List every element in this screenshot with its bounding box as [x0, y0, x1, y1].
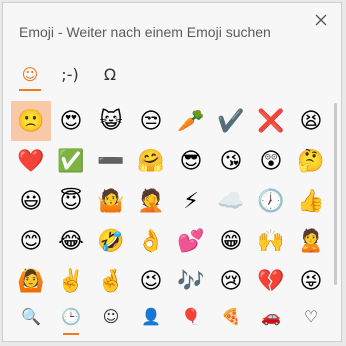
- panel-title: Emoji - Weiter nach einem Emoji suchen: [19, 24, 271, 40]
- tab-symbols[interactable]: Ω: [97, 59, 123, 89]
- emoji-cell[interactable]: ⚡: [171, 181, 211, 221]
- emoji-cell[interactable]: 🤗: [131, 141, 171, 181]
- emoji-cell[interactable]: 😊: [11, 221, 51, 261]
- category-travel[interactable]: 🚗: [251, 301, 291, 331]
- emoji-cell[interactable]: 😢: [211, 261, 251, 301]
- emoji-cell[interactable]: 😇: [51, 181, 91, 221]
- category-symbols[interactable]: ♡: [291, 301, 331, 331]
- emoji-cell[interactable]: 😘: [211, 141, 251, 181]
- category-food[interactable]: 🍕: [211, 301, 251, 331]
- emoji-cell[interactable]: 👌: [131, 221, 171, 261]
- emoji-cell[interactable]: 🙎: [291, 221, 331, 261]
- emoji-cell[interactable]: 😉: [131, 261, 171, 301]
- emoji-grid: 🙁 😍 😺 😒 🥕 ✔️ ❌ 😫 ❤️ ✅ ➖ 🤗 😎 😘 😲 🤔 😃 😇 🤷 …: [11, 101, 331, 301]
- emoji-cell[interactable]: 🤣: [91, 221, 131, 261]
- emoji-panel: Emoji - Weiter nach einem Emoji suchen ☺…: [2, 2, 342, 342]
- emoji-cell[interactable]: 👍: [291, 181, 331, 221]
- emoji-cell[interactable]: ✌️: [51, 261, 91, 301]
- emoji-cell[interactable]: 🤦: [131, 181, 171, 221]
- scrollbar[interactable]: [334, 103, 337, 285]
- emoji-cell[interactable]: 🎶: [171, 261, 211, 301]
- emoji-cell[interactable]: 😫: [291, 101, 331, 141]
- emoji-cell[interactable]: 😁: [211, 221, 251, 261]
- emoji-cell[interactable]: 🕖: [251, 181, 291, 221]
- emoji-cell[interactable]: 😜: [291, 261, 331, 301]
- emoji-cell[interactable]: 🙌: [251, 221, 291, 261]
- emoji-cell[interactable]: 🙆: [11, 261, 51, 301]
- emoji-cell[interactable]: 🤷: [91, 181, 131, 221]
- close-icon[interactable]: [313, 12, 329, 28]
- emoji-cell[interactable]: ✔️: [211, 101, 251, 141]
- category-people[interactable]: 👤: [131, 301, 171, 331]
- category-search[interactable]: 🔍: [11, 301, 51, 331]
- emoji-cell[interactable]: 😃: [11, 181, 51, 221]
- emoji-cell[interactable]: 💕: [171, 221, 211, 261]
- emoji-cell[interactable]: ✅: [51, 141, 91, 181]
- emoji-cell[interactable]: 🤞: [91, 261, 131, 301]
- tab-emoji[interactable]: ☺: [17, 59, 43, 91]
- emoji-cell[interactable]: ❤️: [11, 141, 51, 181]
- emoji-cell[interactable]: 🥕: [171, 101, 211, 141]
- emoji-cell[interactable]: 😺: [91, 101, 131, 141]
- category-smileys[interactable]: ☺: [91, 301, 131, 331]
- category-bar: 🔍 🕒 ☺ 👤 🎈 🍕 🚗 ♡: [11, 301, 331, 335]
- emoji-cell[interactable]: 😍: [51, 101, 91, 141]
- emoji-cell[interactable]: 🤔: [291, 141, 331, 181]
- emoji-cell[interactable]: 😂: [51, 221, 91, 261]
- emoji-cell[interactable]: 😲: [251, 141, 291, 181]
- tab-kaomoji[interactable]: ;-): [57, 59, 83, 89]
- tab-bar: ☺ ;-) Ω: [17, 59, 123, 91]
- emoji-cell[interactable]: 💔: [251, 261, 291, 301]
- emoji-cell[interactable]: ❌: [251, 101, 291, 141]
- emoji-cell[interactable]: 🙁: [11, 101, 51, 141]
- category-recent[interactable]: 🕒: [51, 301, 91, 335]
- emoji-cell[interactable]: ☁️: [211, 181, 251, 221]
- emoji-cell[interactable]: 😎: [171, 141, 211, 181]
- emoji-cell[interactable]: ➖: [91, 141, 131, 181]
- category-celebration[interactable]: 🎈: [171, 301, 211, 331]
- emoji-cell[interactable]: 😒: [131, 101, 171, 141]
